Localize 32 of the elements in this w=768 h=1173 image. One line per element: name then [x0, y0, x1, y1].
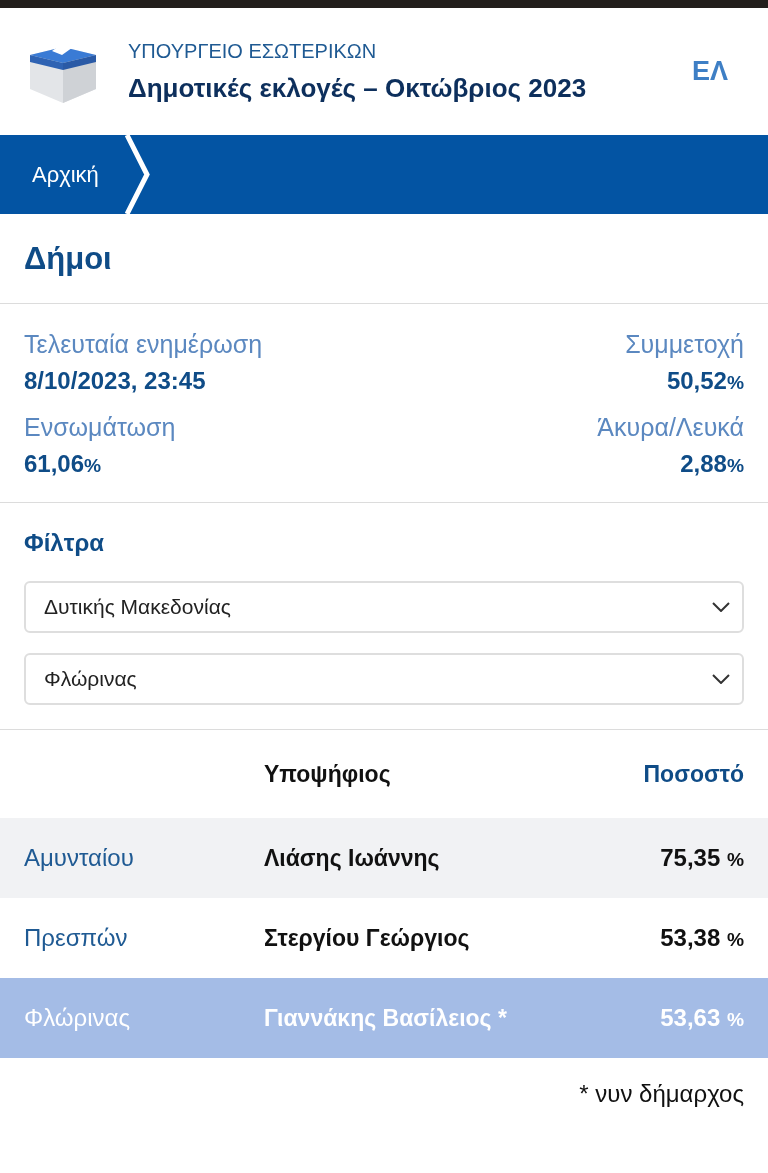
municipality-name: Πρεσπών [24, 924, 129, 952]
language-button[interactable]: ΕΛ [675, 56, 744, 87]
ministry-name: ΥΠΟΥΡΓΕΙΟ ΕΣΩΤΕΡΙΚΩΝ [128, 39, 378, 63]
stat-value: 61,06% [24, 450, 102, 478]
stat-value: 50,52% [666, 367, 744, 395]
breadcrumb-link[interactable]: Αρχική [0, 135, 125, 214]
site-title: Δημοτικές εκλογές – Οκτώβριος 2023 [128, 72, 588, 104]
percentage-value: 53,63 % [659, 1004, 744, 1032]
stat-value: 8/10/2023, 23:45 [24, 367, 206, 395]
chevron-separator-icon [124, 135, 151, 214]
filters-title: Φίλτρα [24, 529, 106, 557]
candidate-name: Στεργίου Γεώργιος [264, 924, 471, 952]
page-title: Δήμοι [0, 214, 768, 304]
column-header: Υποψήφιος [264, 760, 392, 788]
municipality-name: Αμυνταίου [24, 844, 135, 872]
dropdown-select[interactable]: Φλώρινας [24, 653, 744, 705]
candidate-name: Γιαννάκης Βασίλειος * [264, 1004, 508, 1032]
chevron-down-icon [712, 602, 730, 612]
stat-label: Συμμετοχή [625, 330, 744, 359]
percentage-value: 53,38 % [659, 924, 744, 952]
municipality-name: Φλώρινας [24, 1004, 131, 1032]
stat-label: Τελευταία ενημέρωση [24, 330, 263, 359]
stat-value: 2,88% [680, 450, 744, 478]
stat-label: Ενσωμάτωση [24, 413, 176, 442]
stat-label: Άκυρα/Λευκά [597, 413, 744, 442]
chevron-down-icon [712, 674, 730, 684]
result-row[interactable]: Αμυνταίου Λιάσης Ιωάννης 75,35 % [0, 818, 768, 898]
column-header[interactable]: Ποσοστό [564, 760, 744, 788]
percentage-value: 75,35 % [659, 844, 744, 872]
footnote: * νυν δήμαρχος [578, 1079, 745, 1109]
dropdown-select[interactable]: Δυτικής Μακεδονίας [24, 581, 744, 633]
candidate-name: Λιάσης Ιωάννης [264, 844, 441, 872]
